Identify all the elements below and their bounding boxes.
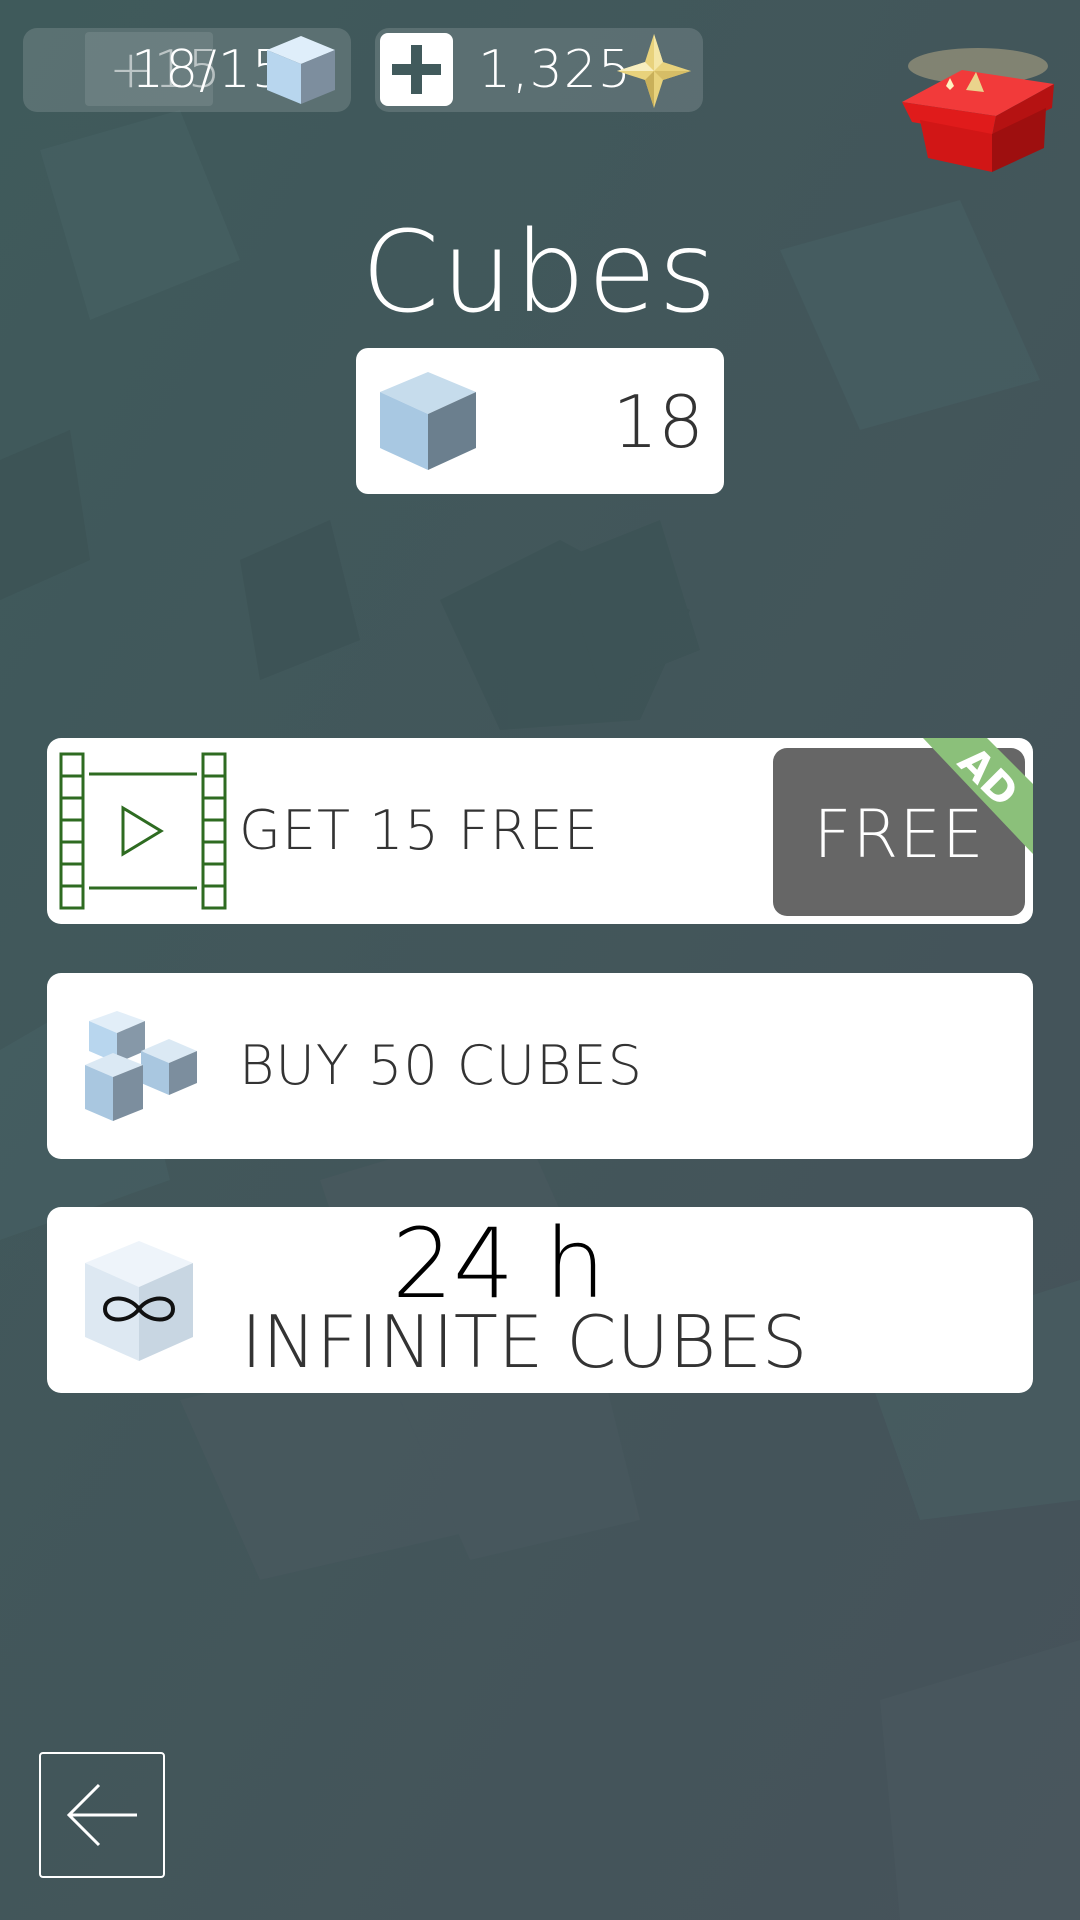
current-cubes-value: 18 xyxy=(612,380,704,464)
infinite-cube-icon xyxy=(85,1241,193,1361)
free-button[interactable]: FREE xyxy=(773,748,1025,916)
page-title: Cubes xyxy=(361,208,719,338)
add-stars-button[interactable] xyxy=(380,33,453,106)
offer-free-label: GET 15 FREE xyxy=(239,799,599,862)
back-arrow-icon xyxy=(66,1783,137,1847)
plus-icon xyxy=(392,45,441,94)
offer-infinite-cubes[interactable]: 24 h INFINITE CUBES xyxy=(47,1207,1033,1393)
offer-buy50-label: BUY 50 CUBES xyxy=(239,1034,643,1097)
free-button-label: FREE xyxy=(813,796,985,873)
gift-box-icon[interactable] xyxy=(892,44,1064,180)
cube-icon xyxy=(267,36,335,104)
stars-counter: 1,325 xyxy=(375,28,703,112)
stars-value: 1,325 xyxy=(478,40,632,100)
back-button[interactable] xyxy=(39,1752,165,1878)
video-film-icon xyxy=(59,752,227,910)
offer-infinite-label: INFINITE CUBES xyxy=(241,1300,808,1384)
offer-buy-50[interactable]: BUY 50 CUBES xyxy=(47,973,1033,1159)
star-icon xyxy=(617,34,691,108)
cube-icon xyxy=(380,372,476,470)
current-cubes-card: 18 xyxy=(356,348,724,494)
cubes-pack-icon xyxy=(85,1011,197,1121)
offer-get-free[interactable]: GET 15 FREE FREE AD xyxy=(47,738,1033,924)
cube-lives-counter: +15 18/15 xyxy=(23,28,351,112)
